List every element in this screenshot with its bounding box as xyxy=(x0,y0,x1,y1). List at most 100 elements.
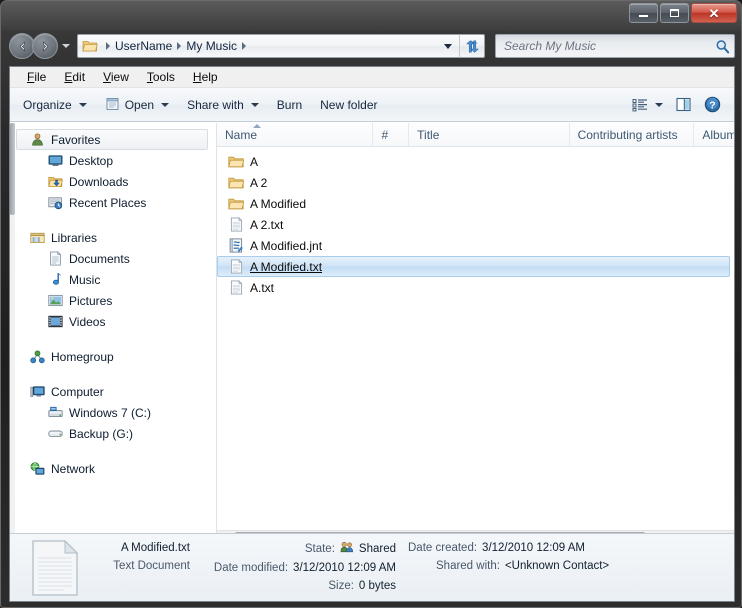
nav-group-computer: Computer Windows 7 (C:) Backup (G:) xyxy=(16,381,216,444)
close-icon: ✕ xyxy=(708,5,720,21)
recent-places-icon xyxy=(47,195,63,211)
organize-button[interactable]: Organize xyxy=(14,94,96,116)
search-icon[interactable] xyxy=(715,39,730,54)
preview-pane-button[interactable] xyxy=(670,94,697,115)
search-box[interactable] xyxy=(495,34,735,58)
favorites-star-icon xyxy=(29,132,45,148)
sidebar-item-network[interactable]: Network xyxy=(16,458,216,479)
sidebar-item-homegroup[interactable]: Homegroup xyxy=(16,346,216,367)
music-note-icon xyxy=(47,272,63,288)
documents-icon xyxy=(47,251,63,267)
help-button[interactable]: ? xyxy=(699,93,726,116)
preview-pane-icon xyxy=(676,97,691,112)
table-row[interactable]: A Modified xyxy=(217,193,734,214)
address-breadcrumb-bar[interactable]: UserName My Music xyxy=(77,34,459,58)
menu-edit-label: dit xyxy=(72,70,86,84)
help-icon: ? xyxy=(704,96,721,113)
menu-tools[interactable]: Tools xyxy=(138,68,184,86)
table-row[interactable]: A.txt xyxy=(217,277,734,298)
sidebar-item-computer[interactable]: Computer xyxy=(16,381,216,402)
navigation-buttons xyxy=(9,33,72,59)
open-button[interactable]: Open xyxy=(96,92,178,118)
address-dropdown-button[interactable] xyxy=(437,35,459,57)
sidebar-item-label: Windows 7 (C:) xyxy=(69,405,152,420)
column-header-track-number[interactable]: # xyxy=(373,123,410,146)
details-filetype: Text Document xyxy=(113,560,190,572)
menu-file[interactable]: File xyxy=(18,68,55,86)
column-header-title[interactable]: Title xyxy=(409,123,570,146)
sidebar-item-favorites[interactable]: Favorites xyxy=(16,129,208,150)
navigation-tree: Favorites Desktop Downloads Recent Place… xyxy=(10,129,216,479)
refresh-button[interactable] xyxy=(459,34,485,58)
file-list: A A 2 A Modified A 2.txt A Modified.jnt … xyxy=(217,147,734,529)
sidebar-item-label: Computer xyxy=(51,384,104,399)
column-header-row: Name # Title Contributing artists Album xyxy=(217,123,734,147)
column-header-name[interactable]: Name xyxy=(217,123,374,146)
menu-edit[interactable]: Edit xyxy=(55,68,94,86)
sidebar-item-libraries[interactable]: Libraries xyxy=(16,227,216,248)
burn-button[interactable]: Burn xyxy=(268,94,311,116)
table-row[interactable]: A Modified.jnt xyxy=(217,235,734,256)
sidebar-item-recent-places[interactable]: Recent Places xyxy=(16,192,216,213)
sidebar-item-desktop[interactable]: Desktop xyxy=(16,150,216,171)
breadcrumb-item-username[interactable]: UserName xyxy=(115,39,172,53)
chevron-down-icon xyxy=(250,102,259,107)
menu-help[interactable]: Help xyxy=(184,68,227,86)
column-header-album[interactable]: Album xyxy=(694,123,734,146)
sidebar-item-windows-7-c[interactable]: Windows 7 (C:) xyxy=(16,402,216,423)
svg-text:?: ? xyxy=(709,99,715,111)
nav-group-favorites: Favorites Desktop Downloads Recent Place… xyxy=(16,129,216,213)
forward-button[interactable] xyxy=(32,33,58,59)
column-header-label: Title xyxy=(417,127,440,142)
share-with-button[interactable]: Share with xyxy=(178,94,268,116)
sidebar-item-label: Pictures xyxy=(69,293,113,308)
details-column-identity: A Modified.txt Text Document xyxy=(92,541,190,594)
chevron-down-icon xyxy=(444,43,452,49)
caption-button-group: ✕ xyxy=(629,3,737,23)
file-list-pane: Name # Title Contributing artists Album xyxy=(217,123,734,547)
file-name: A.txt xyxy=(250,280,275,295)
table-row[interactable]: A Modified.txt xyxy=(217,256,730,277)
menu-view-label: iew xyxy=(110,70,129,84)
folder-icon xyxy=(82,39,98,53)
navigation-pane: Favorites Desktop Downloads Recent Place… xyxy=(10,123,217,547)
chevron-down-icon xyxy=(161,102,170,107)
close-button[interactable]: ✕ xyxy=(691,3,737,23)
details-state-line: State: Shared xyxy=(305,541,396,558)
column-header-contributing-artists[interactable]: Contributing artists xyxy=(570,123,695,146)
sidebar-item-label: Network xyxy=(51,461,96,476)
sidebar-item-music[interactable]: Music xyxy=(16,269,216,290)
menu-view[interactable]: View xyxy=(94,68,138,86)
sidebar-item-downloads[interactable]: Downloads xyxy=(16,171,216,192)
explorer-window: ✕ UserName My Music Search My Music File… xyxy=(0,0,742,608)
search-input[interactable] xyxy=(504,39,715,53)
table-row[interactable]: A 2 xyxy=(217,172,734,193)
maximize-button[interactable] xyxy=(660,3,689,23)
table-row[interactable]: A xyxy=(217,151,734,172)
change-view-button[interactable] xyxy=(627,95,668,115)
file-name: A Modified.jnt xyxy=(250,238,323,253)
file-name: A 2 xyxy=(250,175,268,190)
minimize-icon xyxy=(639,15,648,17)
details-filename: A Modified.txt xyxy=(120,542,190,554)
table-row[interactable]: A 2.txt xyxy=(217,214,734,235)
navigation-pane-scroll-thumb[interactable] xyxy=(10,123,15,215)
libraries-icon xyxy=(29,230,45,246)
sidebar-item-label: Backup (G:) xyxy=(69,426,134,441)
menu-help-accesskey: H xyxy=(192,70,202,84)
recent-pages-button[interactable] xyxy=(60,34,72,58)
sidebar-item-documents[interactable]: Documents xyxy=(16,248,216,269)
sidebar-item-pictures[interactable]: Pictures xyxy=(16,290,216,311)
details-date-created-value: 3/12/2010 12:09 AM xyxy=(482,542,585,554)
pictures-icon xyxy=(47,293,63,309)
downloads-icon xyxy=(47,174,63,190)
back-arrow-icon xyxy=(19,40,25,52)
sidebar-item-videos[interactable]: Videos xyxy=(16,311,216,332)
folder-icon xyxy=(228,196,244,212)
sidebar-item-backup-g[interactable]: Backup (G:) xyxy=(16,423,216,444)
navigation-pane-scrollbar[interactable] xyxy=(10,123,15,547)
breadcrumb-item-my-music[interactable]: My Music xyxy=(186,39,237,53)
new-folder-button[interactable]: New folder xyxy=(311,94,386,116)
refresh-icon xyxy=(465,39,479,53)
minimize-button[interactable] xyxy=(629,3,658,23)
